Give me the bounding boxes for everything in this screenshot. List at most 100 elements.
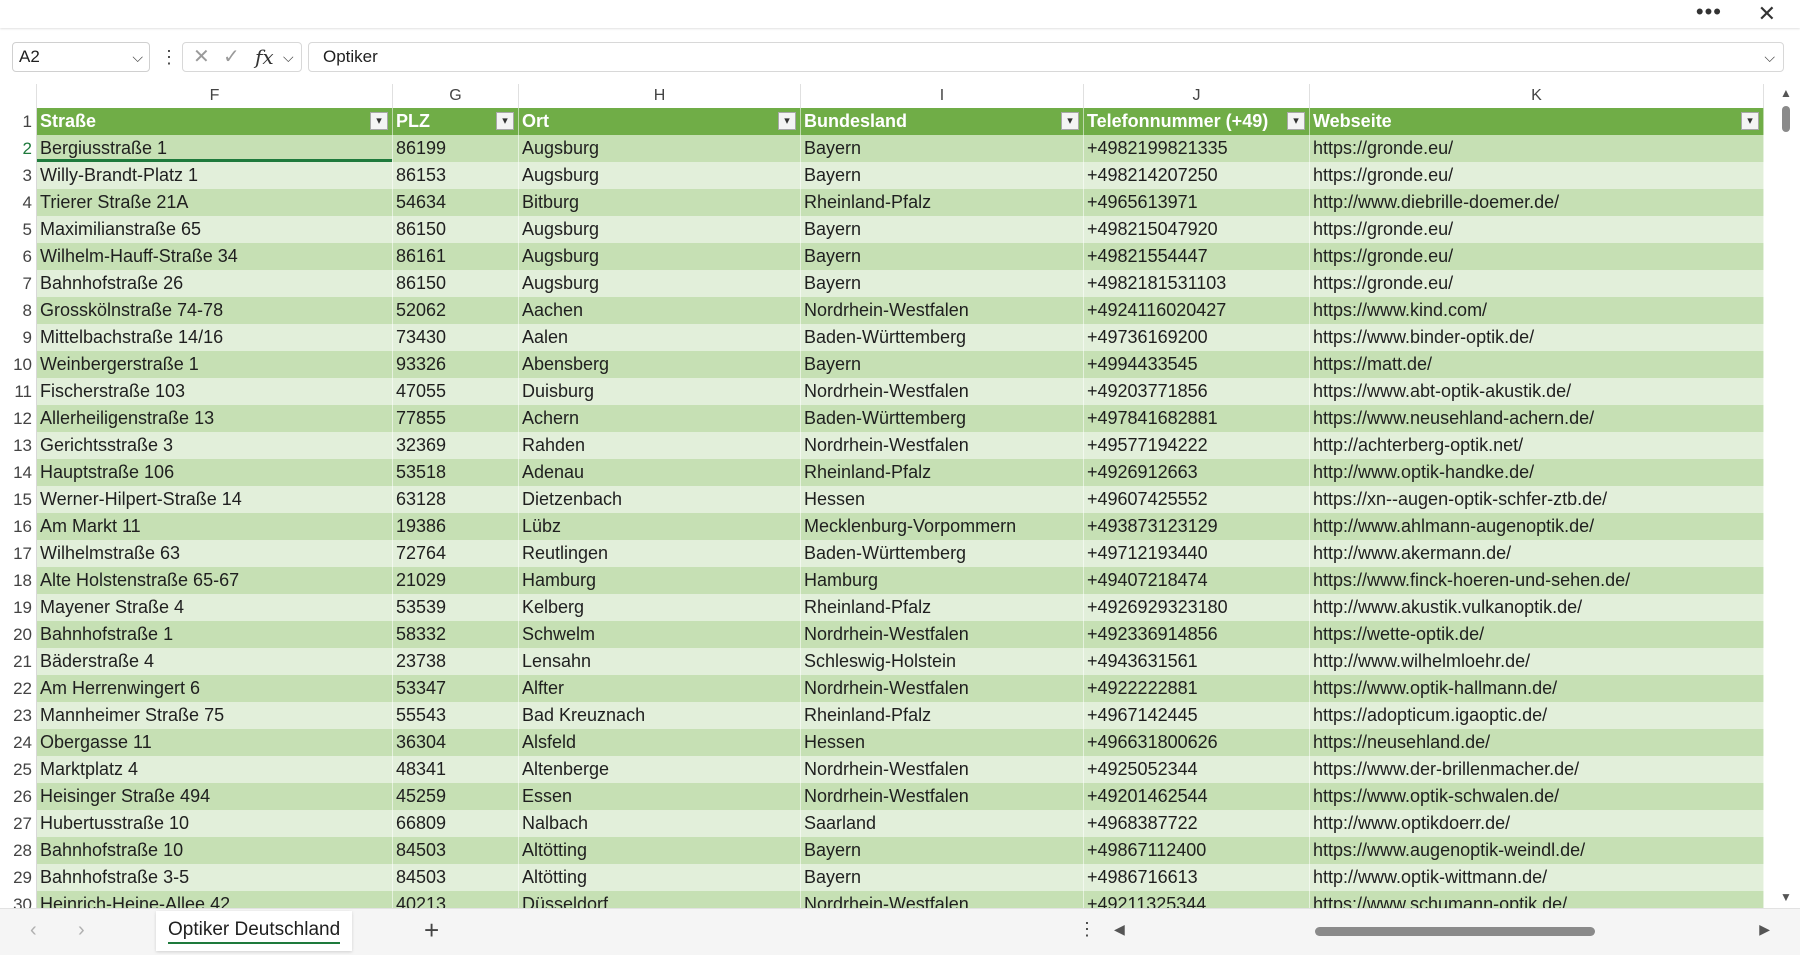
table-cell[interactable]: +49407218474: [1084, 567, 1310, 594]
table-cell[interactable]: 36304: [393, 729, 519, 756]
check-icon[interactable]: ✓: [223, 43, 240, 71]
row-number[interactable]: 14: [0, 459, 37, 486]
filter-dropdown-icon[interactable]: ▾: [496, 112, 514, 130]
table-cell[interactable]: +4967142445: [1084, 702, 1310, 729]
row-number[interactable]: 28: [0, 837, 37, 864]
table-cell[interactable]: Rheinland-Pfalz: [801, 702, 1084, 729]
row-number[interactable]: 9: [0, 324, 37, 351]
table-cell[interactable]: Dietzenbach: [519, 486, 801, 513]
table-cell[interactable]: Bayern: [801, 135, 1084, 162]
table-cell[interactable]: Rheinland-Pfalz: [801, 189, 1084, 216]
table-cell[interactable]: Schwelm: [519, 621, 801, 648]
table-cell[interactable]: Duisburg: [519, 378, 801, 405]
table-cell[interactable]: https://www.kind.com/: [1310, 297, 1764, 324]
table-cell[interactable]: +496631800626: [1084, 729, 1310, 756]
sheet-tab-optiker-deutschland[interactable]: Optiker Deutschland: [156, 911, 353, 951]
table-cell[interactable]: Bayern: [801, 162, 1084, 189]
tab-options-icon[interactable]: ⋮: [1078, 919, 1096, 940]
table-cell[interactable]: https://www.neusehland-achern.de/: [1310, 405, 1764, 432]
table-cell[interactable]: 40213: [393, 891, 519, 908]
table-cell[interactable]: 52062: [393, 297, 519, 324]
table-cell[interactable]: 93326: [393, 351, 519, 378]
table-cell[interactable]: Allerheiligenstraße 13: [37, 405, 393, 432]
header-cell[interactable]: PLZ ▾: [393, 108, 519, 135]
table-cell[interactable]: Adenau: [519, 459, 801, 486]
table-cell[interactable]: 84503: [393, 837, 519, 864]
table-cell[interactable]: Rheinland-Pfalz: [801, 594, 1084, 621]
table-cell[interactable]: 86150: [393, 270, 519, 297]
prev-sheet-icon[interactable]: ‹: [30, 919, 37, 942]
row-number[interactable]: 16: [0, 513, 37, 540]
filter-dropdown-icon[interactable]: ▾: [1061, 112, 1079, 130]
table-cell[interactable]: 86153: [393, 162, 519, 189]
table-cell[interactable]: http://www.optikdoerr.de/: [1310, 810, 1764, 837]
table-cell[interactable]: Nordrhein-Westfalen: [801, 675, 1084, 702]
table-cell[interactable]: Achern: [519, 405, 801, 432]
add-sheet-button[interactable]: +: [424, 915, 439, 946]
table-cell[interactable]: Bayern: [801, 270, 1084, 297]
table-cell[interactable]: Bahnhofstraße 1: [37, 621, 393, 648]
row-number[interactable]: 24: [0, 729, 37, 756]
table-cell[interactable]: Hessen: [801, 486, 1084, 513]
filter-dropdown-icon[interactable]: ▾: [778, 112, 796, 130]
table-cell[interactable]: 47055: [393, 378, 519, 405]
table-cell[interactable]: Bayern: [801, 351, 1084, 378]
table-cell[interactable]: https://www.abt-optik-akustik.de/: [1310, 378, 1764, 405]
table-cell[interactable]: Bahnhofstraße 10: [37, 837, 393, 864]
table-cell[interactable]: 32369: [393, 432, 519, 459]
table-cell[interactable]: +4968387722: [1084, 810, 1310, 837]
table-cell[interactable]: Bayern: [801, 216, 1084, 243]
row-number[interactable]: 1: [0, 108, 37, 135]
table-cell[interactable]: +49712193440: [1084, 540, 1310, 567]
column-header-j[interactable]: J: [1084, 84, 1310, 108]
row-number[interactable]: 30: [0, 891, 37, 908]
table-cell[interactable]: Reutlingen: [519, 540, 801, 567]
table-cell[interactable]: Hubertusstraße 10: [37, 810, 393, 837]
row-number[interactable]: 17: [0, 540, 37, 567]
table-cell[interactable]: Mayener Straße 4: [37, 594, 393, 621]
table-cell[interactable]: 54634: [393, 189, 519, 216]
table-cell[interactable]: Hamburg: [801, 567, 1084, 594]
row-number[interactable]: 4: [0, 189, 37, 216]
row-number[interactable]: 10: [0, 351, 37, 378]
row-number[interactable]: 6: [0, 243, 37, 270]
table-cell[interactable]: Bayern: [801, 837, 1084, 864]
table-cell[interactable]: Altötting: [519, 837, 801, 864]
table-cell[interactable]: Baden-Württemberg: [801, 405, 1084, 432]
table-cell[interactable]: Nordrhein-Westfalen: [801, 378, 1084, 405]
expand-chevron-icon[interactable]: ⌵: [1764, 43, 1775, 71]
header-cell[interactable]: Straße ▾: [37, 108, 393, 135]
filter-dropdown-icon[interactable]: ▾: [370, 112, 388, 130]
table-cell[interactable]: Altenberge: [519, 756, 801, 783]
table-cell[interactable]: https://gronde.eu/: [1310, 216, 1764, 243]
table-cell[interactable]: Bayern: [801, 243, 1084, 270]
table-cell[interactable]: Bäderstraße 4: [37, 648, 393, 675]
row-number[interactable]: 2: [0, 135, 37, 162]
table-cell[interactable]: Wilhelmstraße 63: [37, 540, 393, 567]
next-sheet-icon[interactable]: ›: [78, 919, 85, 942]
table-cell[interactable]: Obergasse 11: [37, 729, 393, 756]
horizontal-scrollbar[interactable]: ◀ ▶: [1110, 921, 1770, 941]
table-cell[interactable]: Alte Holstenstraße 65-67: [37, 567, 393, 594]
table-cell[interactable]: https://matt.de/: [1310, 351, 1764, 378]
row-number[interactable]: 11: [0, 378, 37, 405]
table-cell[interactable]: Hamburg: [519, 567, 801, 594]
table-cell[interactable]: 53539: [393, 594, 519, 621]
row-number[interactable]: 27: [0, 810, 37, 837]
row-number[interactable]: 22: [0, 675, 37, 702]
column-header-g[interactable]: G: [393, 84, 519, 108]
table-cell[interactable]: Rahden: [519, 432, 801, 459]
vertical-scroll-thumb[interactable]: [1782, 106, 1790, 132]
table-cell[interactable]: Heinrich-Heine-Allee 42: [37, 891, 393, 908]
table-cell[interactable]: +498215047920: [1084, 216, 1310, 243]
table-cell[interactable]: http://achterberg-optik.net/: [1310, 432, 1764, 459]
more-options-button[interactable]: •••: [1696, 0, 1722, 28]
table-cell[interactable]: Augsburg: [519, 243, 801, 270]
table-cell[interactable]: Marktplatz 4: [37, 756, 393, 783]
row-number[interactable]: 26: [0, 783, 37, 810]
table-cell[interactable]: +49607425552: [1084, 486, 1310, 513]
table-cell[interactable]: https://www.finck-hoeren-und-sehen.de/: [1310, 567, 1764, 594]
horizontal-scroll-thumb[interactable]: [1315, 927, 1595, 936]
table-cell[interactable]: +49577194222: [1084, 432, 1310, 459]
row-number[interactable]: 21: [0, 648, 37, 675]
